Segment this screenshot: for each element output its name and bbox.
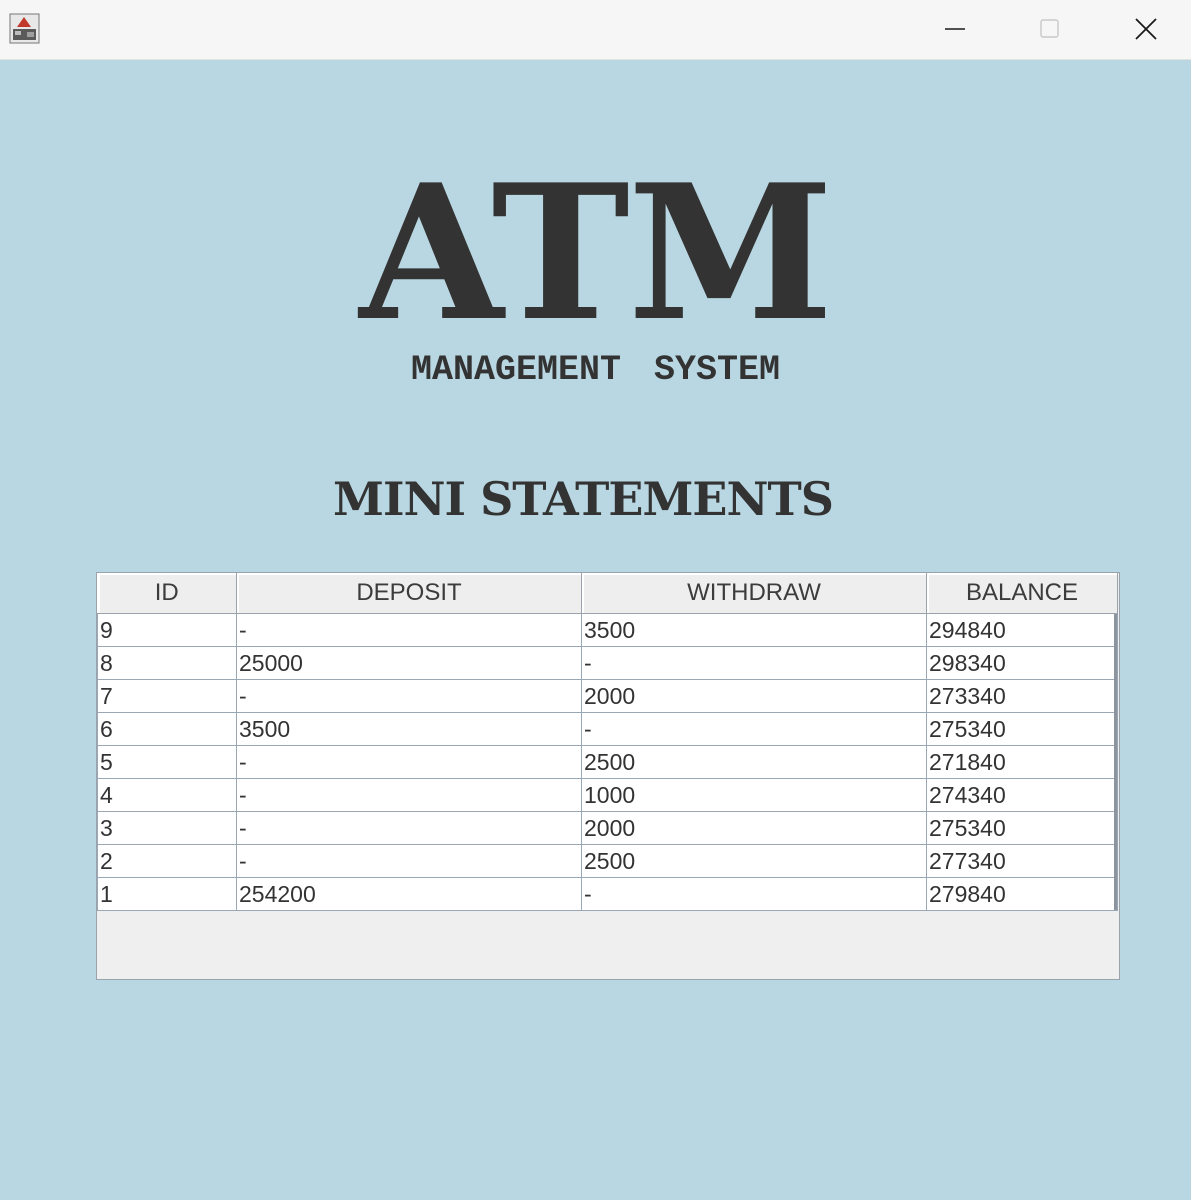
column-header-id[interactable]: ID bbox=[97, 573, 237, 614]
table-row[interactable]: 5 - 2500 271840 bbox=[97, 745, 1118, 779]
cell-balance[interactable]: 277340 bbox=[926, 844, 1118, 878]
minimize-icon bbox=[945, 28, 965, 30]
cell-withdraw[interactable]: 2000 bbox=[581, 811, 927, 845]
cell-withdraw[interactable]: 2500 bbox=[581, 844, 927, 878]
cell-id[interactable]: 9 bbox=[97, 613, 237, 647]
cell-deposit[interactable]: - bbox=[236, 778, 582, 812]
table-row[interactable]: 6 3500 - 275340 bbox=[97, 712, 1118, 746]
cell-balance[interactable]: 275340 bbox=[926, 811, 1118, 845]
cell-id[interactable]: 4 bbox=[97, 778, 237, 812]
cell-balance[interactable]: 275340 bbox=[926, 712, 1118, 746]
cell-id[interactable]: 1 bbox=[97, 877, 237, 911]
cell-balance[interactable]: 274340 bbox=[926, 778, 1118, 812]
cell-balance[interactable]: 271840 bbox=[926, 745, 1118, 779]
cell-withdraw[interactable]: - bbox=[581, 712, 927, 746]
cell-withdraw[interactable]: 1000 bbox=[581, 778, 927, 812]
close-button[interactable] bbox=[1099, 0, 1191, 58]
cell-withdraw[interactable]: 3500 bbox=[581, 613, 927, 647]
column-header-withdraw[interactable]: WITHDRAW bbox=[581, 573, 927, 614]
table-row[interactable]: 2 - 2500 277340 bbox=[97, 844, 1118, 878]
cell-deposit[interactable]: - bbox=[236, 844, 582, 878]
cell-deposit[interactable]: 25000 bbox=[236, 646, 582, 680]
cell-withdraw[interactable]: 2500 bbox=[581, 745, 927, 779]
cell-withdraw[interactable]: - bbox=[581, 646, 927, 680]
cell-withdraw[interactable]: - bbox=[581, 877, 927, 911]
cell-deposit[interactable]: - bbox=[236, 679, 582, 713]
cell-balance[interactable]: 294840 bbox=[926, 613, 1118, 647]
column-header-deposit[interactable]: DEPOSIT bbox=[236, 573, 582, 614]
table-row[interactable]: 9 - 3500 294840 bbox=[97, 613, 1118, 647]
cell-deposit[interactable]: 254200 bbox=[236, 877, 582, 911]
cell-id[interactable]: 7 bbox=[97, 679, 237, 713]
column-header-balance[interactable]: BALANCE bbox=[926, 573, 1118, 614]
maximize-icon bbox=[1040, 19, 1059, 38]
cell-balance[interactable]: 273340 bbox=[926, 679, 1118, 713]
cell-deposit[interactable]: - bbox=[236, 811, 582, 845]
minimize-button[interactable] bbox=[908, 0, 1002, 58]
cell-withdraw[interactable]: 2000 bbox=[581, 679, 927, 713]
java-app-icon bbox=[9, 13, 40, 44]
cell-deposit[interactable]: - bbox=[236, 745, 582, 779]
page-title: MINI STATEMENTS bbox=[333, 472, 834, 526]
cell-balance[interactable]: 298340 bbox=[926, 646, 1118, 680]
main-content: ATM MANAGEMENT SYSTEM MINI STATEMENTS ID… bbox=[0, 60, 1191, 1200]
cell-deposit[interactable]: 3500 bbox=[236, 712, 582, 746]
table-right-border bbox=[1114, 614, 1117, 910]
close-icon bbox=[1135, 18, 1157, 40]
table-header-row: ID DEPOSIT WITHDRAW BALANCE bbox=[97, 573, 1118, 614]
statement-table: ID DEPOSIT WITHDRAW BALANCE 9 - 3500 294… bbox=[97, 573, 1118, 911]
window-titlebar[interactable] bbox=[0, 0, 1191, 60]
logo-title: ATM bbox=[359, 143, 833, 362]
cell-balance[interactable]: 279840 bbox=[926, 877, 1118, 911]
table-row[interactable]: 1 254200 - 279840 bbox=[97, 877, 1118, 911]
cell-id[interactable]: 2 bbox=[97, 844, 237, 878]
maximize-button[interactable] bbox=[1003, 0, 1097, 58]
statement-table-scrollpane[interactable]: ID DEPOSIT WITHDRAW BALANCE 9 - 3500 294… bbox=[96, 572, 1120, 980]
table-row[interactable]: 3 - 2000 275340 bbox=[97, 811, 1118, 845]
cell-deposit[interactable]: - bbox=[236, 613, 582, 647]
cell-id[interactable]: 8 bbox=[97, 646, 237, 680]
table-row[interactable]: 8 25000 - 298340 bbox=[97, 646, 1118, 680]
table-row[interactable]: 7 - 2000 273340 bbox=[97, 679, 1118, 713]
cell-id[interactable]: 3 bbox=[97, 811, 237, 845]
table-row[interactable]: 4 - 1000 274340 bbox=[97, 778, 1118, 812]
cell-id[interactable]: 6 bbox=[97, 712, 237, 746]
logo-subtitle: MANAGEMENT SYSTEM bbox=[410, 350, 781, 390]
cell-id[interactable]: 5 bbox=[97, 745, 237, 779]
